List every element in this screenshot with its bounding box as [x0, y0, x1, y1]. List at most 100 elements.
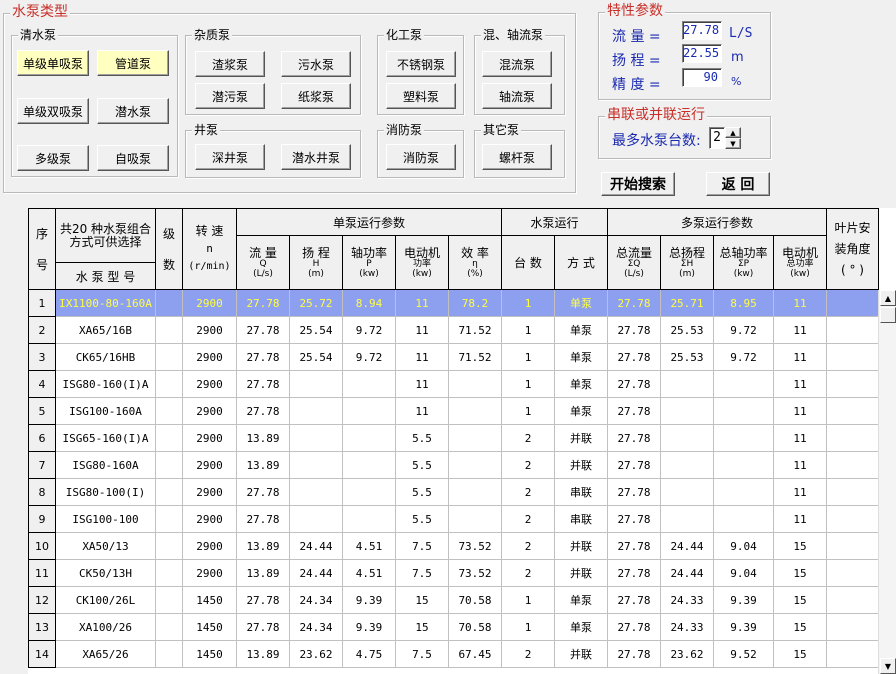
cell-tmotor: 11: [773, 370, 827, 398]
screw-pump-button[interactable]: 螺杆泵: [482, 144, 552, 170]
cell-blade: [826, 370, 879, 398]
col-stage-header: 级数: [155, 208, 183, 290]
col-speed-header: 转 速 n (r/min): [182, 208, 237, 290]
cell-flow: 13.89: [236, 532, 290, 560]
col-tflow-header: 总流量 ΣQ (L/s): [607, 235, 661, 290]
slurry-pump-button[interactable]: 渣浆泵: [195, 51, 265, 77]
cell-tshaft: 9.39: [713, 586, 774, 614]
cell-blade: [826, 613, 879, 641]
table-row[interactable]: 11 CK50/13H 2900 13.89 24.44 4.51 7.5 73.52 2 并联 2…: [28, 559, 879, 587]
max-pumps-spinner[interactable]: ▲ ▼: [725, 127, 741, 149]
cell-tshaft: 9.39: [713, 613, 774, 641]
table-row[interactable]: 8 ISG80-100(I) 2900 27.78 5.5 2 串联 27.78 11: [28, 478, 879, 506]
cell-stage: [155, 316, 183, 344]
table-row[interactable]: 5 ISG100-160A 2900 27.78 11 1 单泵 27.78 11: [28, 397, 879, 425]
cell-count: 1: [501, 613, 555, 641]
axial-flow-pump-button[interactable]: 轴流泵: [482, 83, 552, 109]
submersible-sewage-pump-button[interactable]: 潜污泵: [195, 83, 265, 109]
table-row[interactable]: 13 XA100/26 1450 27.78 24.34 9.39 15 70.58 1 单泵 27…: [28, 613, 879, 641]
submersible-well-pump-button[interactable]: 潜水井泵: [281, 144, 351, 170]
cell-tmotor: 11: [773, 424, 827, 452]
col-count-header: 台 数: [501, 235, 555, 290]
submersible-pump-button[interactable]: 潜水泵: [97, 98, 169, 124]
cell-tshaft: 8.95: [713, 289, 774, 317]
flow-input[interactable]: 27.78: [682, 21, 722, 40]
cell-thead: 24.44: [660, 559, 714, 587]
mixed-flow-pump-button[interactable]: 混流泵: [482, 51, 552, 77]
cell-count: 1: [501, 586, 555, 614]
precision-input[interactable]: 90: [682, 68, 722, 87]
cell-motor: 5.5: [395, 505, 449, 533]
cell-tmotor: 11: [773, 451, 827, 479]
cell-blade: [826, 289, 879, 317]
spin-up-icon[interactable]: ▲: [725, 127, 741, 138]
well-title: 井泵: [192, 122, 221, 138]
head-input[interactable]: 22.55: [682, 44, 722, 63]
cell-mode: 单泵: [554, 397, 608, 425]
cell-seq: 6: [28, 424, 56, 452]
pulp-pump-button[interactable]: 纸浆泵: [281, 83, 351, 109]
cell-mode: 单泵: [554, 289, 608, 317]
table-row[interactable]: 7 ISG80-160A 2900 13.89 5.5 2 并联 27.78 11: [28, 451, 879, 479]
cell-speed: 2900: [182, 478, 237, 506]
cell-blade: [826, 343, 879, 371]
cell-stage: [155, 586, 183, 614]
cell-motor: 15: [395, 613, 449, 641]
multistage-pump-button[interactable]: 多级泵: [17, 145, 89, 171]
cell-eff: 70.58: [448, 613, 502, 641]
cell-tmotor: 11: [773, 343, 827, 371]
cell-eff: 71.52: [448, 343, 502, 371]
start-search-button[interactable]: 开始搜索: [601, 172, 675, 196]
cell-thead: 24.33: [660, 586, 714, 614]
table-row[interactable]: 6 ISG65-160(I)A 2900 13.89 5.5 2 并联 27.78 11: [28, 424, 879, 452]
spin-down-icon[interactable]: ▼: [725, 138, 741, 149]
table-row[interactable]: 10 XA50/13 2900 13.89 24.44 4.51 7.5 73.52 2 并联 27…: [28, 532, 879, 560]
cell-shaft: 9.72: [342, 343, 396, 371]
clear-water-title: 清水泵: [18, 27, 59, 43]
cell-blade: [826, 532, 879, 560]
cell-motor: 11: [395, 316, 449, 344]
sewage-pump-button[interactable]: 污水泵: [281, 51, 351, 77]
cell-motor: 5.5: [395, 451, 449, 479]
table-row[interactable]: 4 ISG80-160(I)A 2900 27.78 11 1 单泵 27.78 11: [28, 370, 879, 398]
scroll-up-icon[interactable]: ▲: [880, 290, 896, 306]
cell-mode: 单泵: [554, 343, 608, 371]
cell-tflow: 27.78: [607, 424, 661, 452]
cell-count: 1: [501, 397, 555, 425]
scroll-down-icon[interactable]: ▼: [880, 658, 896, 674]
table-row[interactable]: 9 ISG100-100 2900 27.78 5.5 2 串联 27.78 11: [28, 505, 879, 533]
single-stage-single-suction-button[interactable]: 单级单吸泵: [17, 50, 89, 76]
col-tshaft-header: 总轴功率 ΣP (kw): [713, 235, 774, 290]
cell-tflow: 27.78: [607, 586, 661, 614]
cell-model: ISG80-160A: [55, 451, 156, 479]
table-row[interactable]: 3 CK65/16HB 2900 27.78 25.54 9.72 11 71.52 1 单泵 27…: [28, 343, 879, 371]
scroll-thumb[interactable]: [880, 307, 896, 323]
table-row[interactable]: 2 XA65/16B 2900 27.78 25.54 9.72 11 71.52 1 单泵 27.…: [28, 316, 879, 344]
result-grid[interactable]: 序号 共20 种水泵组合方式可供选择 级数 转 速 n (r/min) 单泵运行参数…: [28, 208, 896, 674]
cell-blade: [826, 586, 879, 614]
plastic-pump-button[interactable]: 塑料泵: [386, 83, 456, 109]
back-button[interactable]: 返 回: [706, 172, 770, 196]
chemical-title: 化工泵: [384, 27, 425, 43]
fire-pump-button[interactable]: 消防泵: [386, 144, 456, 170]
single-stage-double-suction-button[interactable]: 单级双吸泵: [17, 98, 89, 124]
deep-well-pump-button[interactable]: 深井泵: [195, 144, 265, 170]
table-row[interactable]: 14 XA65/26 1450 13.89 23.62 4.75 7.5 67.45 2 并联 27…: [28, 640, 879, 668]
pipeline-pump-button[interactable]: 管道泵: [97, 50, 169, 76]
max-pumps-input[interactable]: 2: [709, 127, 725, 149]
table-row[interactable]: 12 CK100/26L 1450 27.78 24.34 9.39 15 70.58 1 单泵 2…: [28, 586, 879, 614]
vertical-scrollbar[interactable]: ▲ ▼: [878, 290, 896, 674]
cell-mode: 单泵: [554, 586, 608, 614]
cell-motor: 5.5: [395, 478, 449, 506]
cell-shaft: 8.94: [342, 289, 396, 317]
self-priming-pump-button[interactable]: 自吸泵: [97, 145, 169, 171]
table-row[interactable]: 1 IX1100-80-160A 2900 27.78 25.72 8.94 11 78.2 1…: [28, 289, 879, 317]
cell-thead: 25.53: [660, 343, 714, 371]
cell-stage: [155, 532, 183, 560]
cell-tshaft: 9.04: [713, 532, 774, 560]
cell-blade: [826, 559, 879, 587]
cell-thead: [660, 478, 714, 506]
cell-speed: 2900: [182, 289, 237, 317]
stainless-pump-button[interactable]: 不锈钢泵: [386, 51, 456, 77]
cell-eff: [448, 397, 502, 425]
